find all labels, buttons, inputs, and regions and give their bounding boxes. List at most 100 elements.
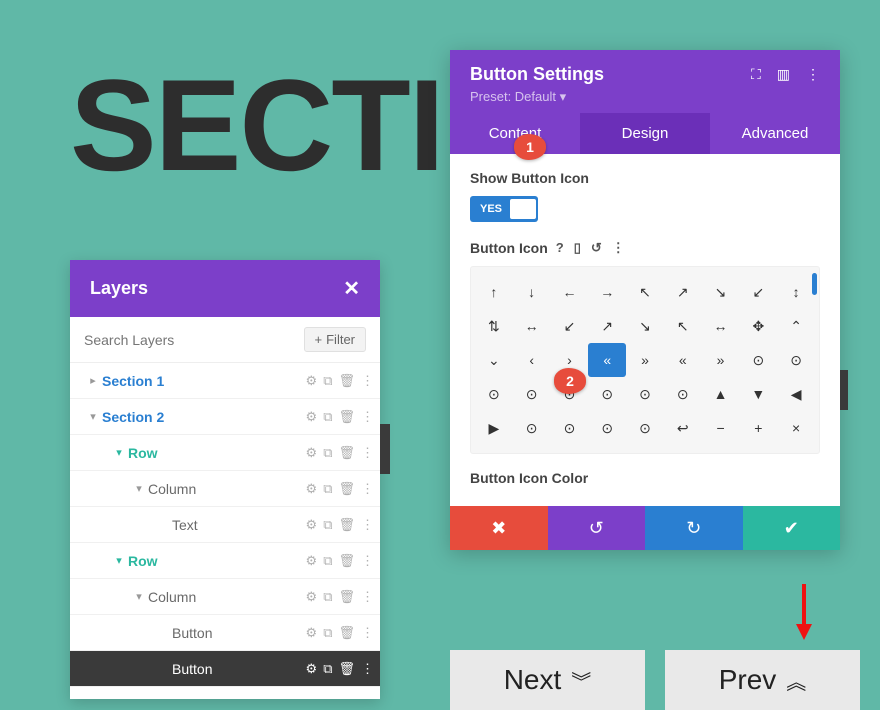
duplicate-icon[interactable]: ⧉ xyxy=(323,373,332,389)
icon-option[interactable]: ↔ xyxy=(513,309,551,343)
icon-option[interactable]: × xyxy=(777,411,815,445)
trash-icon[interactable]: 🗑 xyxy=(338,445,355,461)
trash-icon[interactable]: 🗑 xyxy=(338,373,355,389)
icon-option[interactable]: + xyxy=(739,411,777,445)
gear-icon[interactable]: ⚙ xyxy=(306,409,318,425)
gear-icon[interactable]: ⚙ xyxy=(306,373,318,389)
icon-option[interactable]: « xyxy=(588,343,626,377)
icon-option[interactable]: ↔ xyxy=(702,309,740,343)
duplicate-icon[interactable]: ⧉ xyxy=(323,661,332,677)
icon-option[interactable]: ⇅ xyxy=(475,309,513,343)
duplicate-icon[interactable]: ⧉ xyxy=(323,553,332,569)
device-icon[interactable]: ▯ xyxy=(574,240,581,256)
chevron-right-icon[interactable]: ▸ xyxy=(84,374,102,387)
show-icon-toggle[interactable]: YES xyxy=(470,196,538,222)
duplicate-icon[interactable]: ⧉ xyxy=(323,409,332,425)
icon-option[interactable]: ⊙ xyxy=(739,343,777,377)
icon-option[interactable]: ⊙ xyxy=(777,343,815,377)
chevron-down-icon[interactable]: ▾ xyxy=(130,590,148,603)
more-icon[interactable]: ⋮ xyxy=(361,409,374,425)
icon-option[interactable]: − xyxy=(702,411,740,445)
icon-option[interactable]: ⊙ xyxy=(513,411,551,445)
duplicate-icon[interactable]: ⧉ xyxy=(323,589,332,605)
chevron-down-icon[interactable]: ▾ xyxy=(130,482,148,495)
help-icon[interactable]: ? xyxy=(556,240,564,256)
gear-icon[interactable]: ⚙ xyxy=(306,589,318,605)
icon-option[interactable]: ▼ xyxy=(739,377,777,411)
icon-option[interactable]: ↘ xyxy=(702,275,740,309)
icon-option[interactable]: ✥ xyxy=(739,309,777,343)
more-icon[interactable]: ⋮ xyxy=(361,481,374,497)
icon-option[interactable]: ↖ xyxy=(626,275,664,309)
icon-option[interactable]: ⊙ xyxy=(664,377,702,411)
icon-option[interactable]: ‹ xyxy=(513,343,551,377)
more-icon[interactable]: ⋮ xyxy=(361,589,374,605)
trash-icon[interactable]: 🗑 xyxy=(338,409,355,425)
more-icon[interactable]: ⋮ xyxy=(361,517,374,533)
trash-icon[interactable]: 🗑 xyxy=(338,553,355,569)
trash-icon[interactable]: 🗑 xyxy=(338,517,355,533)
icon-option[interactable]: ◀ xyxy=(777,377,815,411)
layer-row-text[interactable]: Text ⚙ ⧉ 🗑 ⋮ xyxy=(70,507,380,543)
icon-option[interactable]: ▶ xyxy=(475,411,513,445)
prev-button[interactable]: Prev ︽ xyxy=(665,650,860,710)
layer-row-column-2[interactable]: ▾ Column ⚙ ⧉ 🗑 ⋮ xyxy=(70,579,380,615)
layer-row-button-2-selected[interactable]: Button ⚙ ⧉ 🗑 ⋮ xyxy=(70,651,380,687)
icon-option[interactable]: » xyxy=(702,343,740,377)
columns-icon[interactable]: ▥ xyxy=(777,66,790,83)
icon-option[interactable]: → xyxy=(588,275,626,309)
duplicate-icon[interactable]: ⧉ xyxy=(323,481,332,497)
layer-row-row-1[interactable]: ▾ Row ⚙ ⧉ 🗑 ⋮ xyxy=(70,435,380,471)
save-button[interactable]: ✔ xyxy=(743,506,841,550)
layer-row-row-2[interactable]: ▾ Row ⚙ ⧉ 🗑 ⋮ xyxy=(70,543,380,579)
preset-selector[interactable]: Preset: Default ▾ xyxy=(470,89,820,105)
icon-option[interactable]: ▲ xyxy=(702,377,740,411)
more-icon[interactable]: ⋮ xyxy=(361,445,374,461)
reset-icon[interactable]: ↺ xyxy=(591,240,602,256)
trash-icon[interactable]: 🗑 xyxy=(338,481,355,497)
icon-option[interactable]: ⊙ xyxy=(475,377,513,411)
duplicate-icon[interactable]: ⧉ xyxy=(323,445,332,461)
icon-option[interactable]: ↗ xyxy=(664,275,702,309)
icon-option[interactable]: ↩ xyxy=(664,411,702,445)
icon-option[interactable]: ↕ xyxy=(777,275,815,309)
icon-option[interactable]: ⊙ xyxy=(588,377,626,411)
more-icon[interactable]: ⋮ xyxy=(361,661,374,677)
next-button[interactable]: Next ︾ xyxy=(450,650,645,710)
layer-row-section-1[interactable]: ▸ Section 1 ⚙ ⧉ 🗑 ⋮ xyxy=(70,363,380,399)
gear-icon[interactable]: ⚙ xyxy=(306,661,318,677)
icon-option[interactable]: ↓ xyxy=(513,275,551,309)
gear-icon[interactable]: ⚙ xyxy=(306,625,318,641)
chevron-down-icon[interactable]: ▾ xyxy=(110,554,128,567)
scrollbar-thumb[interactable] xyxy=(840,370,848,410)
icon-option[interactable]: ← xyxy=(551,275,589,309)
more-icon[interactable]: ⋮ xyxy=(361,625,374,641)
more-icon[interactable]: ⋮ xyxy=(806,66,820,83)
more-icon[interactable]: ⋮ xyxy=(361,553,374,569)
icon-option[interactable]: ⊙ xyxy=(588,411,626,445)
chevron-down-icon[interactable]: ▾ xyxy=(110,446,128,459)
cancel-button[interactable]: ✖ xyxy=(450,506,548,550)
close-icon[interactable]: ✕ xyxy=(343,276,360,301)
more-icon[interactable]: ⋮ xyxy=(361,373,374,389)
tab-advanced[interactable]: Advanced xyxy=(710,113,840,154)
redo-button[interactable]: ↻ xyxy=(645,506,743,550)
icon-option[interactable]: ↙ xyxy=(739,275,777,309)
scrollbar-thumb[interactable] xyxy=(380,424,390,474)
undo-button[interactable]: ↺ xyxy=(548,506,646,550)
icon-option[interactable]: ↑ xyxy=(475,275,513,309)
icon-option[interactable]: ⌃ xyxy=(777,309,815,343)
icon-option[interactable]: ⊙ xyxy=(626,377,664,411)
expand-icon[interactable]: ⛶ xyxy=(751,66,761,83)
icon-option[interactable]: ↘ xyxy=(626,309,664,343)
trash-icon[interactable]: 🗑 xyxy=(338,625,355,641)
duplicate-icon[interactable]: ⧉ xyxy=(323,517,332,533)
layer-row-button-1[interactable]: Button ⚙ ⧉ 🗑 ⋮ xyxy=(70,615,380,651)
trash-icon[interactable]: 🗑 xyxy=(338,661,355,677)
icon-option[interactable]: ↙ xyxy=(551,309,589,343)
layer-row-column-1[interactable]: ▾ Column ⚙ ⧉ 🗑 ⋮ xyxy=(70,471,380,507)
search-input[interactable] xyxy=(84,332,304,348)
gear-icon[interactable]: ⚙ xyxy=(306,445,318,461)
trash-icon[interactable]: 🗑 xyxy=(338,589,355,605)
icon-option[interactable]: « xyxy=(664,343,702,377)
